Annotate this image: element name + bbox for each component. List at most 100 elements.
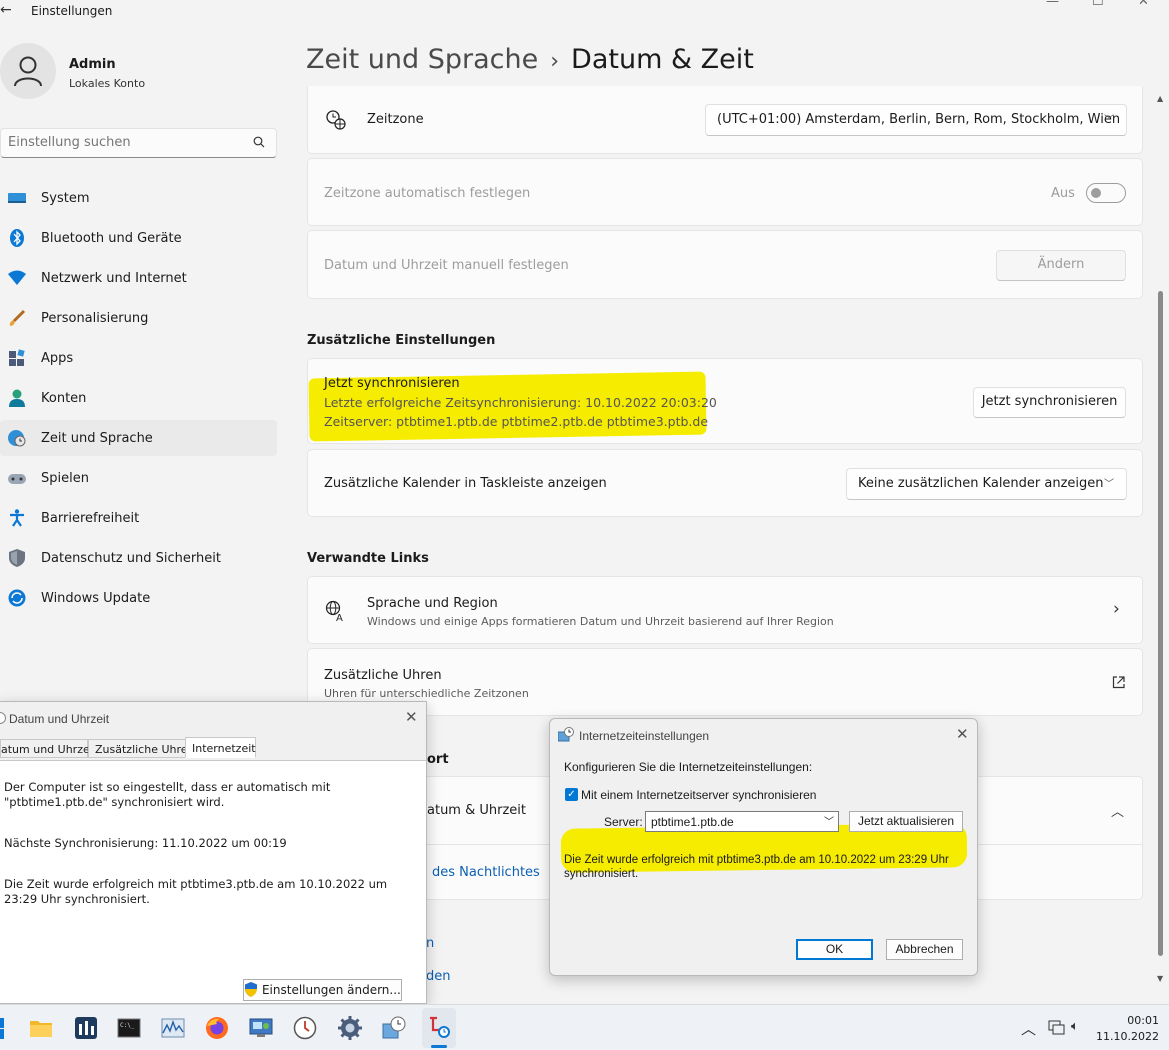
time-icon[interactable] (293, 1016, 317, 1040)
tab-additional-clocks[interactable]: Zusätzliche Uhren (88, 739, 195, 758)
scrollbar[interactable]: ▲ ▼ (1157, 94, 1165, 986)
link-fragment-1[interactable]: n (426, 936, 434, 951)
tab-date-time[interactable]: atum und Uhrzeit (0, 739, 97, 758)
manual-time-label: Datum und Uhrzeit manuell festlegen (324, 258, 569, 273)
shield-icon (9, 549, 25, 567)
additional-clocks-label: Zusätzliche Uhren (324, 668, 442, 683)
scroll-down-icon[interactable]: ▼ (1157, 974, 1163, 983)
volume-icon[interactable]: 🔈︎ (1071, 1019, 1079, 1034)
start-icon[interactable] (0, 1016, 18, 1040)
profile-account-type: Lokales Konto (69, 77, 146, 90)
language-region-link[interactable]: A Sprache und Region Windows und einige … (307, 576, 1143, 644)
sidebar-item-accounts[interactable]: Konten (0, 380, 277, 416)
page-title: Datum & Zeit (571, 44, 754, 75)
breadcrumb-parent[interactable]: Zeit und Sprache (306, 44, 538, 75)
ok-button[interactable]: OK (796, 939, 873, 960)
settings-gear-icon[interactable] (338, 1016, 362, 1040)
timezone-value: (UTC+01:00) Amsterdam, Berlin, Bern, Rom… (717, 112, 1121, 127)
related-links-title: Verwandte Links (307, 551, 429, 566)
language-region-desc: Windows und einige Apps formatieren Datu… (367, 615, 834, 628)
calendar-value: Keine zusätzlichen Kalender anzeigen (858, 476, 1104, 491)
sidebar-item-time-language[interactable]: Zeit und Sprache (0, 420, 277, 456)
avatar[interactable] (0, 43, 56, 99)
update-icon (8, 589, 26, 607)
search-input[interactable] (8, 135, 238, 150)
support-title-fragment: ort (427, 752, 449, 767)
svg-text:C:\_: C:\_ (120, 1022, 135, 1029)
auto-timezone-toggle[interactable] (1086, 183, 1126, 203)
chevron-right-icon: › (1113, 599, 1120, 619)
brush-icon (9, 309, 26, 326)
manual-time-card: Datum und Uhrzeit manuell festlegen Ände… (307, 230, 1143, 299)
language-region-label: Sprache und Region (367, 596, 498, 611)
close-icon[interactable]: ✕ (405, 708, 418, 726)
monitor-icon (8, 193, 26, 203)
additional-clocks-link[interactable]: Zusätzliche Uhren Uhren für unterschiedl… (307, 648, 1143, 716)
sync-checkbox[interactable]: ✓ (565, 788, 578, 801)
help-datetime-fragment: atum & Uhrzeit (427, 803, 526, 818)
clock-date: 11.10.2022 (1096, 1030, 1159, 1043)
file-explorer-icon[interactable] (29, 1016, 53, 1040)
server-label: Server: (604, 815, 643, 829)
time-servers-text: Zeitserver: ptbtime1.ptb.de ptbtime2.ptb… (324, 414, 709, 429)
sidebar-item-system[interactable]: System (0, 180, 277, 216)
sync-label: Jetzt synchronisieren (324, 376, 460, 391)
search-box[interactable] (0, 128, 277, 158)
sidebar-item-personalization[interactable]: Personalisierung (0, 300, 277, 336)
server-value: ptbtime1.ptb.de (651, 815, 734, 829)
network-icon[interactable] (1048, 1020, 1065, 1035)
sync-now-button[interactable]: Jetzt synchronisieren (973, 387, 1126, 418)
sidebar-nav: System Bluetooth und Geräte Netzwerk und… (0, 180, 277, 620)
sidebar-item-accessibility[interactable]: Barrierefreiheit (0, 500, 277, 536)
accessibility-icon (10, 509, 24, 527)
remote-desktop-icon[interactable] (249, 1016, 273, 1040)
tab-internet-time[interactable]: Internetzeit (185, 737, 256, 758)
sidebar-item-apps[interactable]: Apps (0, 340, 277, 376)
clock[interactable]: 00:01 11.10.2022 (1096, 1013, 1159, 1045)
calendar-dropdown[interactable]: Keine zusätzlichen Kalender anzeigen ﹀ (846, 468, 1127, 500)
maximize-icon[interactable]: ☐ (1092, 0, 1104, 9)
sync-result-text: Die Zeit wurde erfolgreich mit ptbtime3.… (4, 877, 388, 906)
sync-checkbox-label: Mit einem Internetzeitserver synchronisi… (581, 788, 817, 802)
close-icon[interactable]: ✕ (956, 725, 969, 743)
scrollbar-thumb[interactable] (1158, 291, 1163, 956)
minimize-icon[interactable]: — (1046, 0, 1059, 9)
sidebar-item-privacy[interactable]: Datenschutz und Sicherheit (0, 540, 277, 576)
sidebar-item-gaming[interactable]: Spielen (0, 460, 277, 496)
link-fragment-2[interactable]: den (426, 969, 451, 984)
cancel-button[interactable]: Abbrechen (886, 939, 963, 960)
gamepad-icon (8, 474, 26, 484)
calendar-label: Zusätzliche Kalender in Taskleiste anzei… (324, 476, 607, 491)
nightlight-link-fragment[interactable]: des Nachtlichtes (432, 865, 540, 880)
performance-monitor-icon[interactable] (161, 1016, 185, 1040)
firefox-icon[interactable] (205, 1016, 229, 1040)
dialog-title: Datum und Uhrzeit (9, 712, 110, 726)
chevron-up-icon[interactable]: ︿ (1021, 1018, 1036, 1039)
scroll-up-icon[interactable]: ▲ (1157, 94, 1163, 103)
network-clock-icon[interactable] (382, 1016, 406, 1040)
config-heading: Konfigurieren Sie die Internetzeiteinste… (564, 760, 813, 774)
taskbar: C:\_ ︿ 🔈︎ 00:01 11.10.2022 (0, 1004, 1169, 1050)
svg-text:A: A (336, 613, 343, 622)
server-select[interactable]: ptbtime1.ptb.de ﹀ (645, 811, 839, 832)
dialog-title: Internetzeiteinstellungen (579, 729, 710, 743)
change-settings-button[interactable]: Einstellungen ändern... (243, 979, 402, 1001)
change-time-button[interactable]: Ändern (996, 250, 1126, 281)
update-now-button[interactable]: Jetzt aktualisieren (849, 811, 963, 832)
chevron-down-icon: ﹀ (824, 817, 834, 828)
close-icon[interactable]: ✕ (1138, 0, 1149, 9)
last-sync-text: Letzte erfolgreiche Zeitsynchronisierung… (324, 395, 717, 410)
sync-tool-icon[interactable] (427, 1016, 451, 1040)
terminal-icon[interactable]: C:\_ (117, 1016, 141, 1040)
chevron-up-icon[interactable]: ︿ (1111, 801, 1124, 820)
sidebar-item-bluetooth[interactable]: Bluetooth und Geräte (0, 220, 277, 256)
timezone-dropdown[interactable]: (UTC+01:00) Amsterdam, Berlin, Bern, Rom… (705, 104, 1127, 136)
internet-time-panel: Der Computer ist so eingestellt, dass er… (0, 760, 426, 1003)
calculator-icon[interactable] (74, 1016, 98, 1040)
chevron-down-icon: ﹀ (1104, 479, 1114, 490)
sidebar-item-network[interactable]: Netzwerk und Internet (0, 260, 277, 296)
back-arrow-icon[interactable]: ← (0, 2, 12, 18)
globe-clock-icon (326, 110, 346, 130)
sync-result-text: Die Zeit wurde erfolgreich mit ptbtime3.… (564, 854, 949, 880)
sidebar-item-windows-update[interactable]: Windows Update (0, 580, 277, 616)
